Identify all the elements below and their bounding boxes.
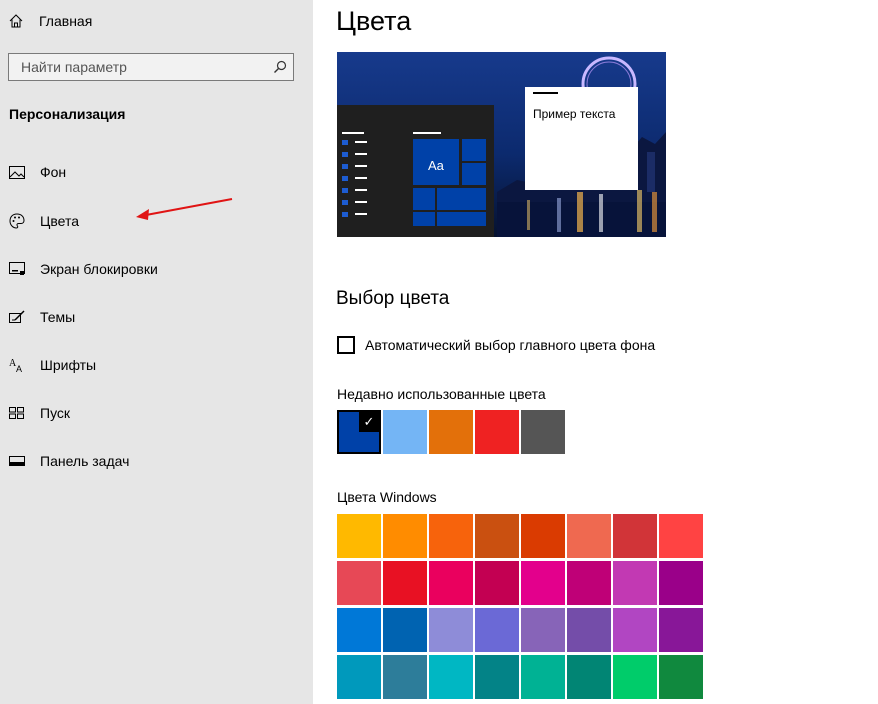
auto-color-label: Автоматический выбор главного цвета фона [365,337,656,353]
windows-color-swatch[interactable] [337,561,381,605]
sidebar-item-label: Цвета [40,213,79,229]
section-title: Персонализация [9,106,126,122]
page-title: Цвета [336,6,412,36]
sidebar-item-fonts[interactable]: AA Шрифты [8,353,96,377]
sidebar-item-themes[interactable]: Темы [8,305,75,329]
recent-colors-label: Недавно использованные цвета [337,386,546,402]
auto-color-option[interactable]: Автоматический выбор главного цвета фона [337,336,655,354]
themes-icon [8,309,26,325]
preview-tile-text: Aa [428,158,444,173]
palette-icon [8,213,26,229]
recent-color-swatch[interactable] [475,410,519,454]
home-label: Главная [39,13,93,29]
color-choice-heading: Выбор цвета [336,288,450,309]
windows-color-swatch[interactable] [429,608,473,652]
windows-color-swatch[interactable] [383,514,427,558]
fonts-icon: AA [8,357,26,373]
windows-color-swatch[interactable] [429,561,473,605]
taskbar-icon [8,453,26,469]
windows-color-swatch[interactable] [659,608,703,652]
preview-sample-text: Пример текста [533,107,616,121]
windows-color-swatch[interactable] [475,514,519,558]
windows-color-swatch[interactable] [659,655,703,699]
sidebar-item-taskbar[interactable]: Панель задач [8,449,129,473]
windows-color-swatch[interactable] [521,608,565,652]
home-icon [9,14,23,28]
sidebar-item-lock-screen[interactable]: Экран блокировки [8,257,158,281]
picture-icon [8,164,26,180]
sidebar-item-label: Шрифты [40,357,97,373]
sidebar-item-background[interactable]: Фон [8,160,66,184]
windows-color-swatch[interactable] [613,608,657,652]
windows-color-swatch[interactable] [567,608,611,652]
windows-color-swatch[interactable] [659,561,703,605]
windows-color-swatch[interactable] [383,561,427,605]
search-icon[interactable] [273,60,287,74]
search-input[interactable] [9,54,259,80]
sidebar-item-label: Экран блокировки [40,261,158,277]
recent-color-swatch[interactable] [383,410,427,454]
sidebar-item-label: Фон [40,164,67,180]
windows-color-swatch[interactable] [337,514,381,558]
sidebar-item-colors[interactable]: Цвета [8,209,79,233]
windows-color-swatch[interactable] [613,514,657,558]
windows-color-swatch[interactable] [383,655,427,699]
sidebar-item-start[interactable]: Пуск [8,401,70,425]
home-link[interactable]: Главная [8,11,92,31]
windows-color-swatch[interactable] [337,655,381,699]
recent-color-swatch[interactable] [521,410,565,454]
preview-background-image [337,52,666,237]
windows-color-swatch[interactable] [521,514,565,558]
auto-color-checkbox[interactable] [337,336,355,354]
checkmark-icon: ✓ [359,412,379,432]
theme-preview: Aa Пример текста [337,52,666,237]
sidebar-item-label: Панель задач [40,453,130,469]
windows-color-swatch[interactable] [383,608,427,652]
windows-color-swatch[interactable] [659,514,703,558]
windows-color-swatch[interactable] [337,608,381,652]
sidebar-item-label: Пуск [40,405,71,421]
recent-color-swatch[interactable]: ✓ [337,410,381,454]
windows-color-swatch[interactable] [521,655,565,699]
windows-color-swatch[interactable] [567,655,611,699]
sidebar: Главная Персонализация Фон Цвета Экран б… [0,0,313,704]
search-box[interactable] [8,53,294,81]
start-icon [8,405,26,421]
recent-color-swatch[interactable] [429,410,473,454]
windows-colors-label: Цвета Windows [337,489,437,505]
windows-color-swatch[interactable] [521,561,565,605]
windows-color-swatch[interactable] [613,655,657,699]
windows-color-swatch[interactable] [429,655,473,699]
lock-screen-icon [8,261,26,277]
main-panel: Цвета Aa Пример текста Выбор цвета Автом… [313,0,878,704]
windows-color-swatch[interactable] [475,608,519,652]
windows-color-swatch[interactable] [429,514,473,558]
windows-color-swatch[interactable] [567,514,611,558]
windows-color-swatch[interactable] [613,561,657,605]
windows-color-swatch[interactable] [475,655,519,699]
windows-color-swatch[interactable] [567,561,611,605]
windows-color-swatch[interactable] [475,561,519,605]
svg-text:A: A [16,364,22,373]
sidebar-item-label: Темы [40,309,76,325]
